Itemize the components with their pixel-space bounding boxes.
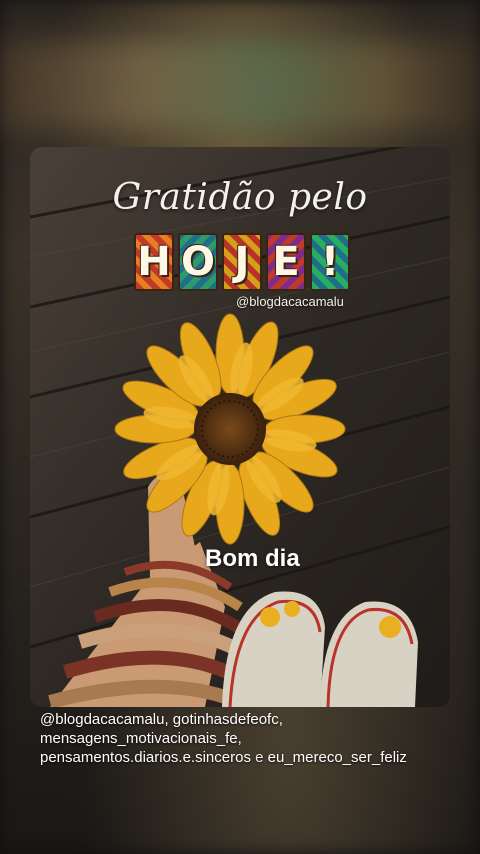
caption-mentions: @blogdacacamalu, gotinhasdefeofc, mensag…	[40, 710, 460, 767]
greeting-text: Bom dia	[205, 545, 300, 572]
letter-block: O	[178, 233, 218, 291]
image-watermark-handle: @blogdacacamalu	[236, 294, 344, 309]
caption-line[interactable]: @blogdacacamalu, gotinhasdefeofc,	[40, 710, 460, 729]
mention-link[interactable]: eu_mereco_ser_feliz	[268, 749, 407, 766]
scene-illustration	[30, 147, 450, 707]
letter-block: H	[134, 233, 174, 291]
mention-link[interactable]: pensamentos.diarios.e.sinceros	[40, 749, 251, 766]
conjunction-text: e	[255, 749, 264, 766]
story-image-card[interactable]: Gratidão pelo H O J E ! @blogdacacamalu …	[30, 147, 450, 707]
caption-line[interactable]: mensagens_motivacionais_fe,	[40, 729, 460, 748]
sunflower	[114, 313, 346, 545]
title-gratidao: Gratidão pelo	[112, 177, 368, 218]
caption-line: pensamentos.diarios.e.sinceros e eu_mere…	[40, 748, 460, 767]
blurred-background-strip	[0, 40, 480, 130]
flower-center	[194, 393, 266, 465]
hoje-blocks: H O J E !	[134, 233, 350, 291]
letter-block: J	[222, 233, 262, 291]
letter-block: !	[310, 233, 350, 291]
letter-block: E	[266, 233, 306, 291]
